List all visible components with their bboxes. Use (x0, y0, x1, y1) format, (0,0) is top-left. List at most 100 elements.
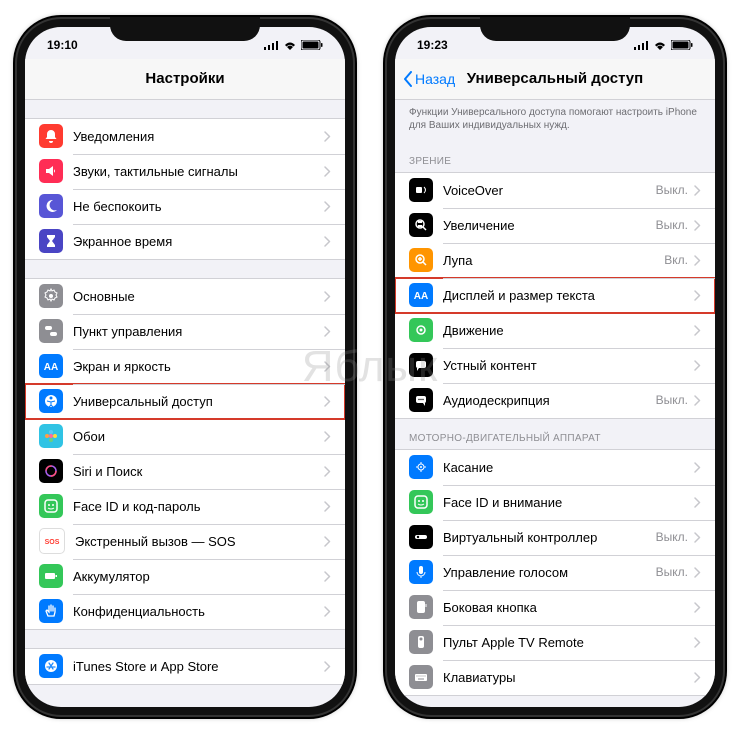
row-zoom[interactable]: УвеличениеВыкл. (395, 208, 715, 243)
row-screentime[interactable]: Экранное время (25, 224, 345, 259)
row-wallpaper[interactable]: Обои (25, 419, 345, 454)
row-side[interactable]: Боковая кнопка (395, 590, 715, 625)
row-faceid[interactable]: Face ID и код-пароль (25, 489, 345, 524)
chevron-right-icon (324, 236, 331, 247)
row-accessibility[interactable]: Универсальный доступ (25, 384, 345, 419)
chevron-right-icon (324, 291, 331, 302)
aa-icon: AA (409, 283, 433, 307)
row-dnd[interactable]: Не беспокоить (25, 189, 345, 224)
face-icon (39, 494, 63, 518)
table-group: Основные Пункт управления AA Экран и яркост… (25, 278, 345, 630)
chevron-right-icon (694, 185, 701, 196)
side-icon (409, 595, 433, 619)
status-indicators (634, 40, 693, 50)
chevron-right-icon (324, 396, 331, 407)
table-group: Уведомления Звуки, тактильные сигналы Не б… (25, 118, 345, 260)
back-label: Назад (415, 71, 455, 87)
content-right[interactable]: Функции Универсального доступа помогают … (395, 100, 715, 707)
row-audiodesc[interactable]: АудиодескрипцияВыкл. (395, 383, 715, 418)
group-header: МОТОРНО-ДВИГАТЕЛЬНЫЙ АППАРАТ (395, 419, 715, 449)
row-display[interactable]: AA Экран и яркость (25, 349, 345, 384)
chevron-right-icon (694, 602, 701, 613)
row-battery[interactable]: Аккумулятор (25, 559, 345, 594)
chevron-right-icon (694, 290, 701, 301)
row-label: iTunes Store и App Store (73, 659, 324, 674)
svg-text:SOS: SOS (45, 539, 60, 546)
aa-icon: AA (39, 354, 63, 378)
row-notifications[interactable]: Уведомления (25, 119, 345, 154)
status-indicators (264, 40, 323, 50)
chevron-right-icon (324, 571, 331, 582)
wifi-icon (283, 40, 297, 50)
row-voice[interactable]: Управление голосомВыкл. (395, 555, 715, 590)
chevron-right-icon (694, 255, 701, 266)
chevron-right-icon (324, 606, 331, 617)
notch (480, 17, 630, 41)
row-touch[interactable]: Касание (395, 450, 715, 485)
row-itunes[interactable]: iTunes Store и App Store (25, 649, 345, 684)
svg-text:AA: AA (44, 362, 58, 373)
row-label: Виртуальный контроллер (443, 530, 656, 545)
row-tvremote[interactable]: Пульт Apple TV Remote (395, 625, 715, 660)
row-label: Аккумулятор (73, 569, 324, 584)
vo-icon (409, 178, 433, 202)
signal-icon (264, 40, 279, 50)
row-spoken[interactable]: Устный контент (395, 348, 715, 383)
nav-bar: Настройки (25, 59, 345, 100)
row-displaytext[interactable]: AAДисплей и размер текста (395, 278, 715, 313)
row-detail: Вкл. (664, 253, 688, 267)
row-label: Касание (443, 460, 694, 475)
status-time: 19:10 (47, 38, 78, 52)
row-voiceover[interactable]: VoiceOverВыкл. (395, 173, 715, 208)
row-magnifier[interactable]: ЛупаВкл. (395, 243, 715, 278)
chevron-right-icon (324, 326, 331, 337)
row-motion[interactable]: Движение (395, 313, 715, 348)
row-siri[interactable]: Siri и Поиск (25, 454, 345, 489)
chevron-right-icon (694, 567, 701, 578)
row-detail: Выкл. (656, 183, 688, 197)
row-sos[interactable]: SOSЭкстренный вызов — SOS (25, 524, 345, 559)
chevron-right-icon (324, 536, 331, 547)
chevron-right-icon (694, 532, 701, 543)
row-detail: Выкл. (656, 530, 688, 544)
keyboard-icon (409, 665, 433, 689)
row-control[interactable]: Пункт управления (25, 314, 345, 349)
sos-icon: SOS (39, 528, 65, 554)
phone-right: 19:23 Назад Универсальный доступ Функции… (385, 17, 725, 717)
wifi-icon (653, 40, 667, 50)
chevron-right-icon (694, 395, 701, 406)
bell-icon (39, 124, 63, 148)
siri-icon (39, 459, 63, 483)
chevron-right-icon (694, 672, 701, 683)
notch (110, 17, 260, 41)
row-label: Основные (73, 289, 324, 304)
description: Функции Универсального доступа помогают … (395, 100, 715, 142)
touch-icon (409, 455, 433, 479)
row-switch[interactable]: Виртуальный контроллерВыкл. (395, 520, 715, 555)
back-button[interactable]: Назад (403, 71, 455, 87)
chevron-right-icon (324, 131, 331, 142)
row-sounds[interactable]: Звуки, тактильные сигналы (25, 154, 345, 189)
hourglass-icon (39, 229, 63, 253)
chevron-right-icon (694, 325, 701, 336)
row-keyboards[interactable]: Клавиатуры (395, 660, 715, 695)
row-label: Управление голосом (443, 565, 656, 580)
magnify-icon (409, 248, 433, 272)
status-time: 19:23 (417, 38, 448, 52)
row-label: Экран и яркость (73, 359, 324, 374)
battery-icon (301, 40, 323, 50)
row-general[interactable]: Основные (25, 279, 345, 314)
row-label: Не беспокоить (73, 199, 324, 214)
row-detail: Выкл. (656, 565, 688, 579)
table-group: iTunes Store и App Store (25, 648, 345, 685)
row-label: Пункт управления (73, 324, 324, 339)
chevron-right-icon (324, 166, 331, 177)
chevron-right-icon (324, 466, 331, 477)
row-label: Уведомления (73, 129, 324, 144)
row-privacy[interactable]: Конфиденциальность (25, 594, 345, 629)
gear-icon (39, 284, 63, 308)
battery-icon (39, 564, 63, 588)
screen-left: 19:10 Настройки Уведомления Звуки, тактил… (25, 27, 345, 707)
row-faceatt[interactable]: Face ID и внимание (395, 485, 715, 520)
content-left[interactable]: Уведомления Звуки, тактильные сигналы Не б… (25, 100, 345, 707)
